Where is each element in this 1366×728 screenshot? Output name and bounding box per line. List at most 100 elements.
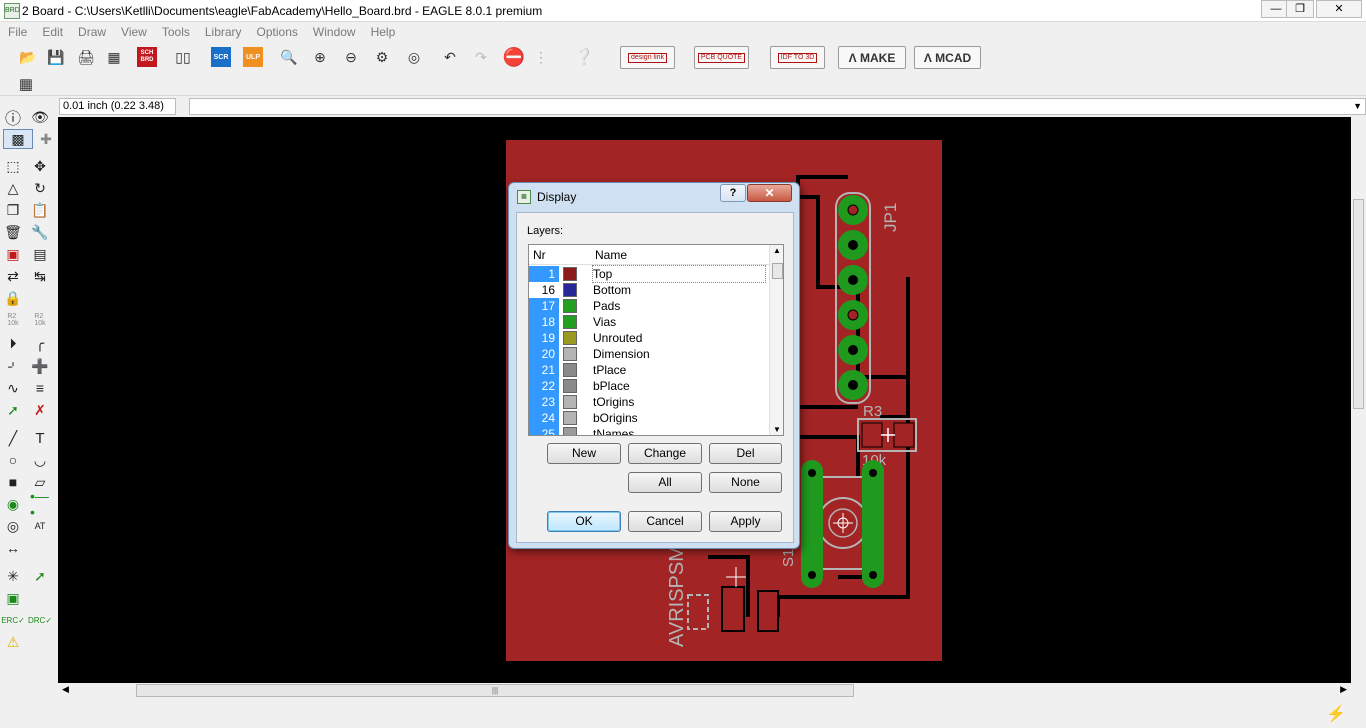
- zoom-select-icon[interactable]: ◎: [404, 47, 424, 67]
- lightning-icon[interactable]: ⚡: [1326, 704, 1346, 724]
- layer-name[interactable]: Vias: [593, 314, 616, 330]
- layer-number[interactable]: 19: [529, 330, 559, 346]
- none-button[interactable]: None: [709, 472, 782, 493]
- script-icon[interactable]: SCR: [211, 47, 231, 67]
- show-icon[interactable]: 👁: [30, 107, 50, 127]
- layer-number[interactable]: 23: [529, 394, 559, 410]
- layer-list-scrollbar[interactable]: ▲ ▼: [769, 245, 783, 435]
- layer-number[interactable]: 21: [529, 362, 559, 378]
- wire-icon[interactable]: ╱: [3, 428, 23, 448]
- signal-icon[interactable]: •—•: [30, 488, 50, 520]
- help-icon[interactable]: ❔: [574, 47, 594, 67]
- save-icon[interactable]: 💾: [46, 47, 66, 67]
- add-part-icon[interactable]: ▣: [3, 244, 23, 264]
- lock-icon[interactable]: 🔒: [3, 288, 23, 308]
- scroll-right-icon[interactable]: ▶: [1340, 684, 1347, 695]
- layer-name[interactable]: tPlace: [593, 362, 626, 378]
- menu-help[interactable]: Help: [363, 22, 403, 39]
- layer-name[interactable]: tOrigins: [593, 394, 634, 410]
- wrench-icon[interactable]: 🔧: [30, 222, 50, 242]
- layer-number[interactable]: 18: [529, 314, 559, 330]
- apply-button[interactable]: Apply: [709, 511, 782, 532]
- layer-number[interactable]: 22: [529, 378, 559, 394]
- menu-file[interactable]: File: [0, 22, 34, 39]
- ripup-icon[interactable]: ✗: [30, 400, 50, 420]
- close-window-button[interactable]: ✕: [1316, 0, 1362, 18]
- make-button[interactable]: Λ MAKE: [838, 46, 906, 69]
- menu-options[interactable]: Options: [249, 22, 305, 39]
- layer-color-swatch[interactable]: [563, 299, 577, 313]
- layer-row[interactable]: 24 bOrigins: [529, 410, 769, 426]
- grid-icon[interactable]: ▦: [16, 74, 36, 94]
- menu-edit[interactable]: Edit: [34, 22, 70, 39]
- maximize-button[interactable]: ❐: [1286, 0, 1314, 18]
- sch-brd-switch-icon[interactable]: SCH BRD: [137, 47, 157, 67]
- group-icon[interactable]: ⬚: [3, 156, 23, 176]
- chevron-down-icon[interactable]: ▼: [1353, 101, 1362, 111]
- ok-button[interactable]: OK: [547, 511, 621, 532]
- via-icon[interactable]: ◉: [3, 494, 23, 514]
- layer-color-swatch[interactable]: [563, 331, 577, 345]
- scroll-left-icon[interactable]: ◀: [62, 684, 69, 695]
- layer-number[interactable]: 1: [529, 266, 559, 282]
- warning-icon[interactable]: ⚠: [3, 632, 23, 652]
- layer-row[interactable]: 20 Dimension: [529, 346, 769, 362]
- del-button[interactable]: Del: [709, 443, 782, 464]
- route-icon[interactable]: ➚: [3, 400, 23, 420]
- paste-icon[interactable]: 📋: [30, 200, 50, 220]
- horizontal-scroll-thumb[interactable]: |||: [136, 684, 854, 697]
- layer-color-swatch[interactable]: [563, 315, 577, 329]
- layer-color-swatch[interactable]: [563, 283, 577, 297]
- circle-icon[interactable]: ○: [3, 450, 23, 470]
- zoom-in-icon[interactable]: ⊕: [310, 47, 330, 67]
- name-tool-icon[interactable]: R2 10k: [3, 310, 23, 330]
- arc-icon[interactable]: ◡: [30, 450, 50, 470]
- idf-to-3d-button[interactable]: IDF TO 3D: [770, 46, 825, 69]
- stop-icon[interactable]: ⛔: [503, 47, 525, 67]
- nr-column-header[interactable]: Nr: [533, 248, 546, 262]
- drc-icon[interactable]: DRC✓: [28, 610, 52, 630]
- library-icon[interactable]: ▯▯: [173, 47, 193, 67]
- horizontal-scrollbar[interactable]: ◀ ||| ▶: [58, 683, 1351, 698]
- layer-name[interactable]: bOrigins: [593, 410, 638, 426]
- route-multiple-icon[interactable]: ≡: [30, 378, 50, 398]
- name-column-header[interactable]: Name: [595, 248, 627, 262]
- layer-name[interactable]: bPlace: [593, 378, 630, 394]
- autorouter-icon[interactable]: ➚: [30, 566, 50, 586]
- mirror-icon[interactable]: △: [3, 178, 23, 198]
- mcad-button[interactable]: Λ MCAD: [914, 46, 981, 69]
- layer-name[interactable]: tNames: [593, 426, 634, 435]
- menu-draw[interactable]: Draw: [70, 22, 113, 39]
- layer-number[interactable]: 17: [529, 298, 559, 314]
- hole-icon[interactable]: ◎: [3, 516, 23, 536]
- layer-row[interactable]: 25 tNames: [529, 426, 769, 435]
- value-tool-icon[interactable]: R2 10k: [30, 310, 50, 330]
- scroll-down-icon[interactable]: ▼: [773, 425, 781, 434]
- scroll-up-icon[interactable]: ▲: [773, 246, 781, 255]
- print-icon[interactable]: 🖨: [76, 47, 96, 67]
- redo-icon[interactable]: ↷: [471, 47, 491, 67]
- change-button[interactable]: Change: [628, 443, 702, 464]
- layer-row[interactable]: 22 bPlace: [529, 378, 769, 394]
- zoom-redraw-icon[interactable]: ⚙: [372, 47, 392, 67]
- layer-color-swatch[interactable]: [563, 395, 577, 409]
- layer-color-swatch[interactable]: [563, 411, 577, 425]
- layer-name[interactable]: Pads: [593, 298, 620, 314]
- layer-row[interactable]: 23 tOrigins: [529, 394, 769, 410]
- open-icon[interactable]: 📂: [18, 47, 38, 67]
- command-line-input[interactable]: ▼: [189, 98, 1366, 115]
- move-icon[interactable]: ✥: [30, 156, 50, 176]
- info-icon[interactable]: ⓘ: [3, 107, 23, 128]
- copy-icon[interactable]: ❐: [3, 200, 23, 220]
- vertical-scroll-thumb[interactable]: [1353, 199, 1364, 409]
- menu-window[interactable]: Window: [305, 22, 363, 39]
- board-icon[interactable]: ▣: [3, 588, 23, 608]
- optimize-icon[interactable]: ➕: [30, 356, 50, 376]
- meander-icon[interactable]: ∿: [3, 378, 23, 398]
- all-button[interactable]: All: [628, 472, 702, 493]
- layer-name[interactable]: Dimension: [593, 346, 650, 362]
- gate-swap-icon[interactable]: ↹: [30, 266, 50, 286]
- dialog-help-button[interactable]: ?: [720, 184, 746, 202]
- layer-number[interactable]: 20: [529, 346, 559, 362]
- dimension-icon[interactable]: ↔: [3, 538, 23, 558]
